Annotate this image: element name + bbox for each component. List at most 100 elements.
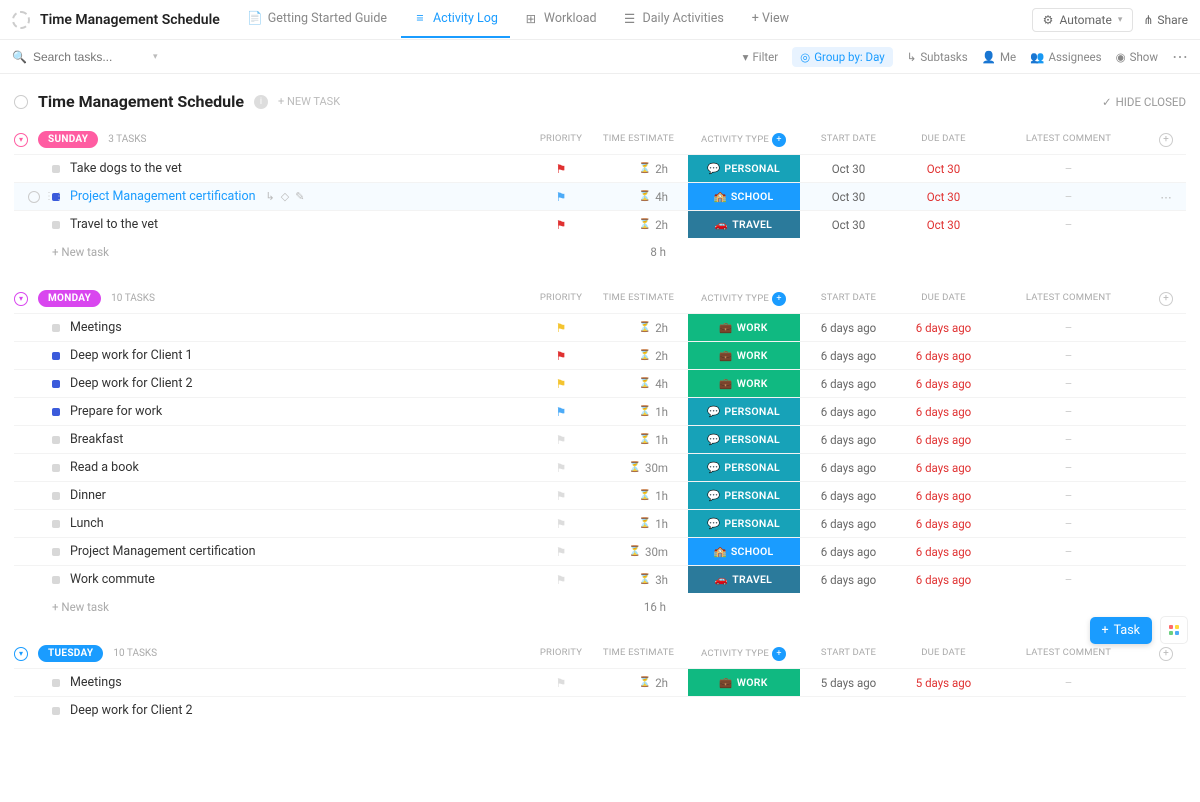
tab-activity-log[interactable]: ≡Activity Log	[401, 1, 510, 38]
activity-type-badge[interactable]: 🚗TRAVEL	[688, 211, 800, 238]
start-date[interactable]: 6 days ago	[801, 433, 896, 447]
activity-type-badge[interactable]: 🏫SCHOOL	[688, 183, 800, 210]
start-date[interactable]: 6 days ago	[801, 461, 896, 475]
task-row[interactable]: Breakfast⚑⏳1h💬PERSONAL6 days ago6 days a…	[14, 425, 1186, 453]
col-latest-comment[interactable]: LATEST COMMENT	[991, 292, 1146, 306]
task-name[interactable]: Lunch	[70, 516, 104, 531]
plus-icon[interactable]: +	[772, 647, 786, 661]
col-latest-comment[interactable]: LATEST COMMENT	[991, 133, 1146, 147]
task-name[interactable]: Deep work for Client 2	[70, 703, 193, 718]
task-row[interactable]: Meetings⚑⏳2h💼WORK6 days ago6 days ago–	[14, 313, 1186, 341]
start-date[interactable]: 6 days ago	[801, 545, 896, 559]
status-icon[interactable]	[52, 324, 60, 332]
edit-icon[interactable]: ✎	[295, 190, 304, 203]
me-chip[interactable]: 👤Me	[982, 50, 1016, 64]
task-name[interactable]: Deep work for Client 2	[70, 376, 193, 391]
task-row[interactable]: Deep work for Client 1⚑⏳2h💼WORK6 days ag…	[14, 341, 1186, 369]
time-estimate[interactable]: ⏳1h	[591, 489, 686, 503]
due-date[interactable]: 6 days ago	[896, 377, 991, 391]
time-estimate[interactable]: ⏳3h	[591, 573, 686, 587]
select-circle-icon[interactable]	[28, 191, 40, 203]
collapse-icon[interactable]: ▾	[14, 292, 28, 306]
task-name[interactable]: Travel to the vet	[70, 217, 158, 232]
start-date[interactable]: 6 days ago	[801, 377, 896, 391]
day-badge[interactable]: TUESDAY	[38, 645, 103, 662]
time-estimate[interactable]: ⏳2h	[591, 218, 686, 232]
automate-button[interactable]: ⚙ Automate ▾	[1032, 8, 1134, 32]
add-column-button[interactable]: +	[1146, 647, 1186, 661]
priority-flag-icon[interactable]: ⚑	[556, 489, 567, 503]
priority-flag-icon[interactable]: ⚑	[556, 517, 567, 531]
due-date[interactable]: 6 days ago	[896, 349, 991, 363]
due-date[interactable]: 5 days ago	[896, 676, 991, 690]
info-icon[interactable]: i	[254, 95, 268, 109]
due-date[interactable]: 6 days ago	[896, 433, 991, 447]
subtask-icon[interactable]: ↳	[266, 190, 275, 203]
time-estimate[interactable]: ⏳30m	[591, 461, 686, 475]
latest-comment[interactable]: –	[991, 162, 1146, 176]
start-date[interactable]: Oct 30	[801, 190, 896, 204]
latest-comment[interactable]: –	[991, 517, 1146, 531]
start-date[interactable]: 6 days ago	[801, 349, 896, 363]
start-date[interactable]: Oct 30	[801, 162, 896, 176]
task-name[interactable]: Project Management certification	[70, 544, 256, 559]
time-estimate[interactable]: ⏳2h	[591, 162, 686, 176]
start-date[interactable]: 5 days ago	[801, 676, 896, 690]
priority-flag-icon[interactable]: ⚑	[556, 377, 567, 391]
col-start-date[interactable]: START DATE	[801, 647, 896, 661]
status-icon[interactable]	[52, 576, 60, 584]
task-name[interactable]: Meetings	[70, 675, 122, 690]
tag-icon[interactable]: ◇	[281, 190, 289, 203]
due-date[interactable]: 6 days ago	[896, 461, 991, 475]
task-row[interactable]: Project Management certification⚑⏳30m🏫SC…	[14, 537, 1186, 565]
task-row[interactable]: ⋮⋮Project Management certification↳◇✎⚑⏳4…	[14, 182, 1186, 210]
add-column-button[interactable]: +	[1146, 133, 1186, 147]
priority-flag-icon[interactable]: ⚑	[556, 162, 567, 176]
start-date[interactable]: 6 days ago	[801, 321, 896, 335]
activity-type-badge[interactable]: 🏫SCHOOL	[688, 538, 800, 565]
tab-getting-started-guide[interactable]: 📄Getting Started Guide	[236, 1, 399, 38]
row-more-icon[interactable]: ⋯	[1146, 190, 1186, 204]
due-date[interactable]: Oct 30	[896, 162, 991, 176]
latest-comment[interactable]: –	[991, 676, 1146, 690]
col-activity-type[interactable]: ACTIVITY TYPE+	[686, 133, 801, 147]
new-task-row[interactable]: + New task16 h	[14, 593, 1186, 621]
latest-comment[interactable]: –	[991, 405, 1146, 419]
hide-closed-button[interactable]: ✓ HIDE CLOSED	[1102, 95, 1186, 109]
time-estimate[interactable]: ⏳2h	[591, 321, 686, 335]
priority-flag-icon[interactable]: ⚑	[556, 190, 567, 204]
status-icon[interactable]	[52, 408, 60, 416]
latest-comment[interactable]: –	[991, 433, 1146, 447]
status-icon[interactable]	[52, 548, 60, 556]
status-icon[interactable]	[52, 380, 60, 388]
activity-type-badge[interactable]: 💼WORK	[688, 314, 800, 341]
activity-type-badge[interactable]: 🚗TRAVEL	[688, 566, 800, 593]
priority-flag-icon[interactable]: ⚑	[556, 461, 567, 475]
time-estimate[interactable]: ⏳1h	[591, 517, 686, 531]
due-date[interactable]: 6 days ago	[896, 321, 991, 335]
priority-flag-icon[interactable]: ⚑	[556, 676, 567, 690]
status-icon[interactable]	[52, 520, 60, 528]
due-date[interactable]: Oct 30	[896, 190, 991, 204]
due-date[interactable]: 6 days ago	[896, 489, 991, 503]
activity-type-badge[interactable]: 💼WORK	[688, 669, 800, 696]
col-activity-type[interactable]: ACTIVITY TYPE+	[686, 292, 801, 306]
status-icon[interactable]	[52, 679, 60, 687]
latest-comment[interactable]: –	[991, 349, 1146, 363]
task-row[interactable]: Travel to the vet⚑⏳2h🚗TRAVELOct 30Oct 30…	[14, 210, 1186, 238]
activity-type-badge[interactable]: 💬PERSONAL	[688, 155, 800, 182]
task-row[interactable]: Take dogs to the vet⚑⏳2h💬PERSONALOct 30O…	[14, 154, 1186, 182]
more-options-icon[interactable]: ⋯	[1172, 47, 1188, 66]
time-estimate[interactable]: ⏳1h	[591, 433, 686, 447]
latest-comment[interactable]: –	[991, 545, 1146, 559]
activity-type-badge[interactable]: 💬PERSONAL	[688, 482, 800, 509]
start-date[interactable]: 6 days ago	[801, 405, 896, 419]
task-name[interactable]: Read a book	[70, 460, 139, 475]
time-estimate[interactable]: ⏳4h	[591, 377, 686, 391]
latest-comment[interactable]: –	[991, 190, 1146, 204]
task-row[interactable]: Prepare for work⚑⏳1h💬PERSONAL6 days ago6…	[14, 397, 1186, 425]
filter-chip[interactable]: ▾Filter	[743, 50, 779, 64]
due-date[interactable]: 6 days ago	[896, 517, 991, 531]
task-row[interactable]: Lunch⚑⏳1h💬PERSONAL6 days ago6 days ago–	[14, 509, 1186, 537]
col-start-date[interactable]: START DATE	[801, 292, 896, 306]
